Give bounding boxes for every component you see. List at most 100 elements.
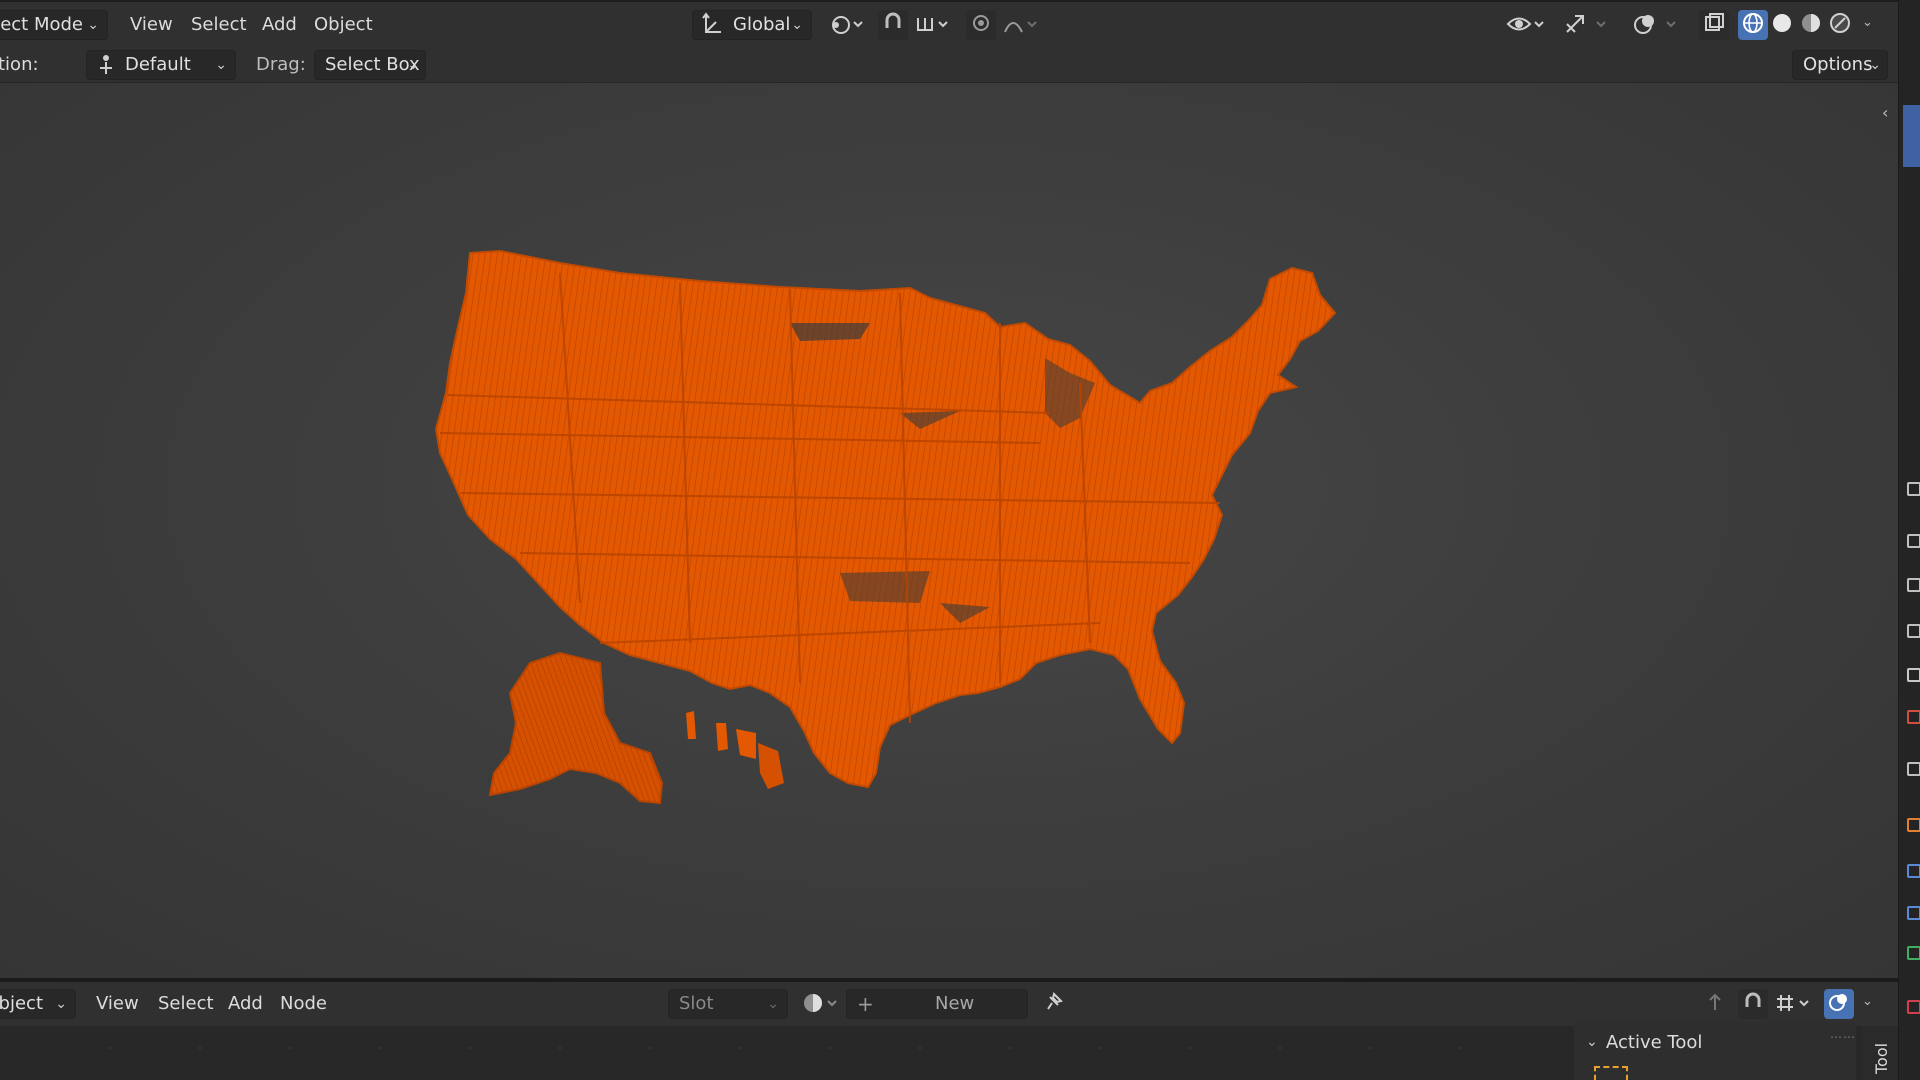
collection-tab-icon[interactable] xyxy=(1907,762,1920,776)
island-mesh xyxy=(686,711,696,739)
snap-toggle[interactable] xyxy=(878,10,908,40)
overlay-icon xyxy=(1634,15,1676,34)
shading-options-chevron-icon[interactable]: ⌄ xyxy=(1862,15,1873,30)
plus-icon: + xyxy=(857,992,874,1016)
snap-target-dropdown[interactable] xyxy=(910,10,954,40)
usa-mesh-object[interactable] xyxy=(0,83,1898,978)
node-menu-select[interactable]: Select xyxy=(158,993,214,1015)
mode-dropdown[interactable]: Object Mode ⌄ xyxy=(0,10,108,40)
proportional-editing-toggle[interactable] xyxy=(966,10,996,40)
chevron-down-icon: ⌄ xyxy=(767,996,779,1012)
magnet-icon xyxy=(1745,992,1761,1007)
orientation-default-icon xyxy=(95,52,117,87)
node-overlays-chevron-icon[interactable]: ⌄ xyxy=(1862,994,1873,1009)
node-snap-toggle[interactable] xyxy=(1738,989,1768,1019)
tool-settings-bar: tion: Default ⌄ Drag: Select Box ⌄ Optio… xyxy=(0,47,1898,83)
drag-dropdown[interactable]: Select Box ⌄ xyxy=(314,50,426,80)
active-tool-label: Active Tool xyxy=(1606,1032,1703,1053)
chevron-down-icon: ⌄ xyxy=(215,57,227,73)
material-browse-button[interactable] xyxy=(798,989,844,1019)
orientation-label: Global xyxy=(733,14,791,35)
chevron-down-icon: ⌄ xyxy=(791,17,803,33)
node-menu-add[interactable]: Add xyxy=(228,993,263,1015)
transform-orientation-dropdown[interactable]: Global ⌄ xyxy=(692,10,812,40)
node-menu-view[interactable]: View xyxy=(96,993,139,1015)
options-label: Options xyxy=(1803,54,1873,75)
proportional-falloff-dropdown[interactable] xyxy=(998,10,1042,40)
new-label: New xyxy=(935,993,975,1014)
menu-select[interactable]: Select xyxy=(191,14,247,36)
overlays-dropdown[interactable] xyxy=(1630,10,1684,40)
pivot-point-button[interactable] xyxy=(825,10,869,40)
render-tab-icon[interactable] xyxy=(1907,534,1920,548)
grid-icon xyxy=(1777,995,1809,1011)
shader-type-dropdown[interactable]: Object ⌄ xyxy=(0,989,76,1019)
scene-tab-icon[interactable] xyxy=(1907,668,1920,682)
node-overlays-toggle[interactable] xyxy=(1824,989,1854,1019)
material-icon xyxy=(1802,14,1820,32)
proportional-editing-icon xyxy=(973,15,989,31)
shading-rendered-button[interactable] xyxy=(1825,10,1855,40)
select-box-tool-icon[interactable] xyxy=(1594,1066,1628,1080)
material-tab-icon[interactable] xyxy=(1907,1000,1920,1014)
alaska-mesh xyxy=(488,651,664,805)
collapse-chevron-icon[interactable]: ⌄ xyxy=(1586,1034,1598,1050)
node-editor-header: Object ⌄ View Select Add Node Slot ⌄ + N… xyxy=(0,982,1898,1026)
island-mesh xyxy=(758,743,784,789)
eye-icon xyxy=(1506,17,1544,31)
viewport-header: Object Mode ⌄ View Select Add Object Glo… xyxy=(0,0,1898,47)
node-grid-dots xyxy=(108,1046,1462,1050)
tool-tab[interactable]: Tool xyxy=(1862,1026,1898,1080)
output-tab-icon[interactable] xyxy=(1907,578,1920,592)
visibility-dropdown[interactable] xyxy=(1504,10,1548,40)
menu-add[interactable]: Add xyxy=(262,14,297,36)
snap-increment-icon xyxy=(917,18,948,31)
properties-tab-strip xyxy=(1898,0,1920,1080)
chevron-down-icon: ⌄ xyxy=(407,57,419,73)
mode-label: Object Mode xyxy=(0,14,83,35)
node-menu-node[interactable]: Node xyxy=(280,993,327,1015)
chevron-down-icon: ⌄ xyxy=(87,17,99,33)
orientation-value: Default xyxy=(125,54,191,75)
blender-window: Object Mode ⌄ View Select Add Object Glo… xyxy=(0,0,1920,1080)
shading-solid-button[interactable] xyxy=(1767,10,1797,40)
menu-view[interactable]: View xyxy=(130,14,173,36)
gizmo-dropdown[interactable] xyxy=(1560,10,1614,40)
constraints-tab-icon[interactable] xyxy=(1907,946,1920,960)
orientation-dropdown[interactable]: Default ⌄ xyxy=(86,50,236,80)
pin-icon xyxy=(1047,992,1063,1010)
shading-material-button[interactable] xyxy=(1796,10,1826,40)
shader-type-label: Object xyxy=(0,993,43,1014)
xray-icon xyxy=(1705,13,1724,31)
view-layer-tab-icon[interactable] xyxy=(1907,624,1920,638)
mesh-gap xyxy=(840,571,930,603)
gizmo-icon xyxy=(1566,15,1606,33)
options-dropdown[interactable]: Options ⌄ xyxy=(1792,50,1888,80)
island-mesh xyxy=(736,729,756,759)
magnet-icon xyxy=(885,12,901,28)
menu-object[interactable]: Object xyxy=(314,14,373,36)
modifier-tab-icon[interactable] xyxy=(1907,864,1920,878)
rendered-icon xyxy=(1830,13,1850,33)
arrow-up-icon xyxy=(1709,993,1721,1010)
drag-value: Select Box xyxy=(325,54,420,75)
3d-viewport[interactable]: ‹ xyxy=(0,83,1898,978)
shading-wireframe-button[interactable] xyxy=(1738,10,1768,40)
wireframe-icon xyxy=(1743,13,1763,33)
drag-label: Drag: xyxy=(256,54,306,75)
drag-handle-icon[interactable]: ⋯⋯ xyxy=(1830,1030,1856,1044)
object-tab-icon[interactable] xyxy=(1907,818,1920,832)
new-material-button[interactable]: + New xyxy=(846,989,1028,1019)
pivot-icon xyxy=(832,16,863,34)
solid-icon xyxy=(1773,14,1791,32)
chevron-down-icon: ⌄ xyxy=(1869,57,1881,73)
world-tab-icon[interactable] xyxy=(1907,710,1920,724)
pin-button[interactable] xyxy=(1038,989,1068,1019)
material-sphere-icon xyxy=(804,994,837,1012)
node-snap-target-dropdown[interactable] xyxy=(1770,989,1814,1019)
physics-tab-icon[interactable] xyxy=(1907,906,1920,920)
parent-node-tree-button[interactable] xyxy=(1700,989,1730,1019)
tool-tab-icon[interactable] xyxy=(1907,482,1920,496)
xray-toggle[interactable] xyxy=(1699,10,1729,40)
slot-dropdown[interactable]: Slot ⌄ xyxy=(668,989,788,1019)
